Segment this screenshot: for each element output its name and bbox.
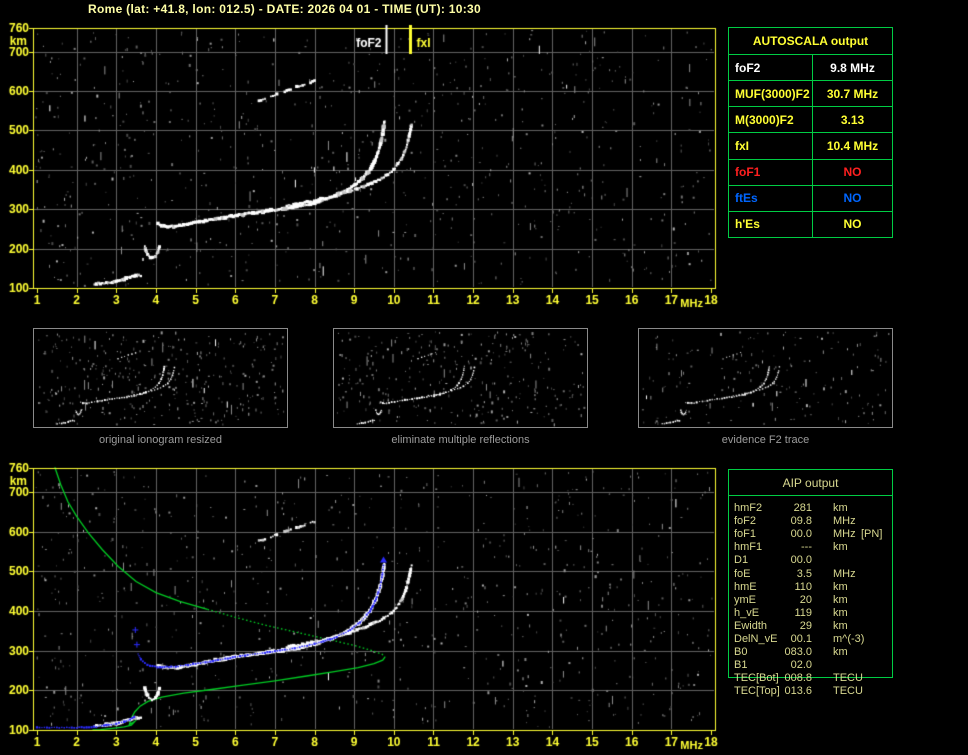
param-value: 29 bbox=[799, 619, 812, 632]
param-label: hmF2 bbox=[734, 502, 763, 514]
param-unit: km bbox=[833, 593, 848, 606]
ionogram-page: Rome (lat: +41.8, lon: 012.5) - DATE: 20… bbox=[0, 0, 968, 755]
table-row: TEC[Bot] 008.8 TECU bbox=[728, 672, 898, 685]
table-row: foF1 NO bbox=[729, 158, 892, 185]
table-row: hmF2 281 km bbox=[728, 502, 898, 515]
table-row: ymE 20 km bbox=[728, 594, 898, 607]
param-label: MUF(3000)F2 bbox=[729, 81, 813, 107]
param-label: foF1 bbox=[734, 528, 757, 541]
param-label: foF1 bbox=[729, 159, 813, 185]
param-unit: km bbox=[833, 580, 848, 593]
param-unit: MHz bbox=[833, 567, 856, 580]
table-row: Ewidth 29 km bbox=[728, 620, 898, 633]
param-label: hmF1 bbox=[734, 541, 763, 554]
param-unit: km bbox=[833, 502, 848, 514]
table-row: hmE 110 km bbox=[728, 581, 898, 594]
param-value: NO bbox=[843, 217, 862, 232]
param-value: 00.1 bbox=[790, 633, 812, 645]
aip-table-separator bbox=[728, 495, 893, 496]
param-value: 110 bbox=[794, 580, 812, 593]
param-value: 09.8 bbox=[790, 515, 812, 528]
table-row: B1 02.0 bbox=[728, 659, 898, 672]
param-unit: km bbox=[833, 646, 848, 659]
top-ionogram-canvas bbox=[0, 18, 724, 314]
param-value: NO bbox=[843, 191, 862, 206]
param-label: Ewidth bbox=[734, 619, 768, 632]
param-unit: km bbox=[833, 606, 848, 619]
thumbnail-evidence-f2-trace bbox=[638, 328, 893, 428]
table-row: ftEs NO bbox=[729, 184, 892, 211]
table-row: h_vE 119 km bbox=[728, 607, 898, 620]
param-value: 02.0 bbox=[790, 659, 812, 672]
param-label: h_vE bbox=[734, 606, 760, 619]
param-value: 9.8 MHz bbox=[830, 60, 875, 75]
thumbnail-eliminate-reflections bbox=[333, 328, 588, 428]
param-label: D1 bbox=[734, 554, 749, 567]
thumbnail-original-ionogram bbox=[33, 328, 288, 428]
table-row: DelN_vE 00.1 m^(-3) bbox=[728, 633, 898, 646]
table-row: foF2 09.8 MHz bbox=[728, 515, 898, 528]
param-label: foF2 bbox=[734, 515, 757, 528]
param-unit: MHz bbox=[833, 528, 856, 541]
param-unit: km bbox=[833, 541, 848, 554]
param-value: 008.8 bbox=[784, 672, 812, 685]
param-label: B1 bbox=[734, 659, 748, 672]
param-label: ftEs bbox=[729, 185, 813, 211]
aip-output-table: AIP output hmF2 281 km foF2 09.8 MHz foF1 00.0 M… bbox=[728, 469, 898, 705]
table-row: B0 083.0 km bbox=[728, 646, 898, 659]
param-label: ymE bbox=[734, 593, 756, 606]
param-label: B0 bbox=[734, 646, 748, 659]
param-value: 00.0 bbox=[790, 528, 812, 541]
param-value: 00.0 bbox=[790, 554, 812, 567]
thumbnail-label: evidence F2 trace bbox=[721, 434, 810, 446]
table-row: M(3000)F2 3.13 bbox=[729, 106, 892, 133]
autoscala-table-title: AUTOSCALA output bbox=[752, 34, 869, 48]
param-value: 3.13 bbox=[840, 112, 865, 127]
param-label: foF2 bbox=[729, 55, 813, 81]
param-label: fxI bbox=[729, 133, 813, 159]
bottom-ionogram-canvas bbox=[0, 456, 724, 755]
param-value: 10.4 MHz bbox=[826, 138, 879, 153]
table-row: foF2 9.8 MHz bbox=[729, 54, 892, 81]
param-value: 30.7 MHz bbox=[826, 86, 879, 101]
table-row: D1 00.0 bbox=[728, 554, 898, 567]
param-label: hmE bbox=[734, 580, 757, 593]
param-unit: MHz bbox=[833, 515, 856, 528]
param-value: 3.5 bbox=[796, 567, 812, 580]
table-row: TEC[Top] 013.6 TECU bbox=[728, 685, 898, 698]
thumbnail-label: original ionogram resized bbox=[99, 434, 222, 446]
table-row: foE 3.5 MHz bbox=[728, 568, 898, 581]
table-row: foF1 00.0 MHz [PN] bbox=[728, 528, 898, 541]
param-value: 083.0 bbox=[784, 646, 812, 659]
param-value: NO bbox=[843, 165, 862, 180]
thumbnail-label: eliminate multiple reflections bbox=[391, 434, 530, 446]
param-value: 20 bbox=[799, 593, 812, 606]
param-unit: m^(-3) bbox=[833, 633, 865, 645]
param-value: --- bbox=[801, 541, 812, 554]
param-label: foE bbox=[734, 567, 751, 580]
param-unit: km bbox=[833, 619, 848, 632]
param-value: 119 bbox=[794, 606, 812, 619]
table-row: MUF(3000)F2 30.7 MHz bbox=[729, 80, 892, 107]
autoscala-output-table: AUTOSCALA output foF2 9.8 MHz MUF(3000)F2 3… bbox=[728, 27, 893, 238]
page-title: Rome (lat: +41.8, lon: 012.5) - DATE: 20… bbox=[88, 2, 481, 16]
param-extra: [PN] bbox=[861, 528, 883, 541]
param-label: h'Es bbox=[729, 211, 813, 237]
table-row: h'Es NO bbox=[729, 210, 892, 237]
param-value: 281 bbox=[793, 502, 812, 514]
param-unit: TECU bbox=[833, 685, 863, 698]
param-value: 013.6 bbox=[784, 685, 812, 698]
param-unit: TECU bbox=[833, 672, 863, 685]
table-row: fxI 10.4 MHz bbox=[729, 132, 892, 159]
param-label: M(3000)F2 bbox=[729, 107, 813, 133]
aip-table-title: AIP output bbox=[782, 476, 839, 490]
table-row: hmF1 --- km bbox=[728, 541, 898, 554]
